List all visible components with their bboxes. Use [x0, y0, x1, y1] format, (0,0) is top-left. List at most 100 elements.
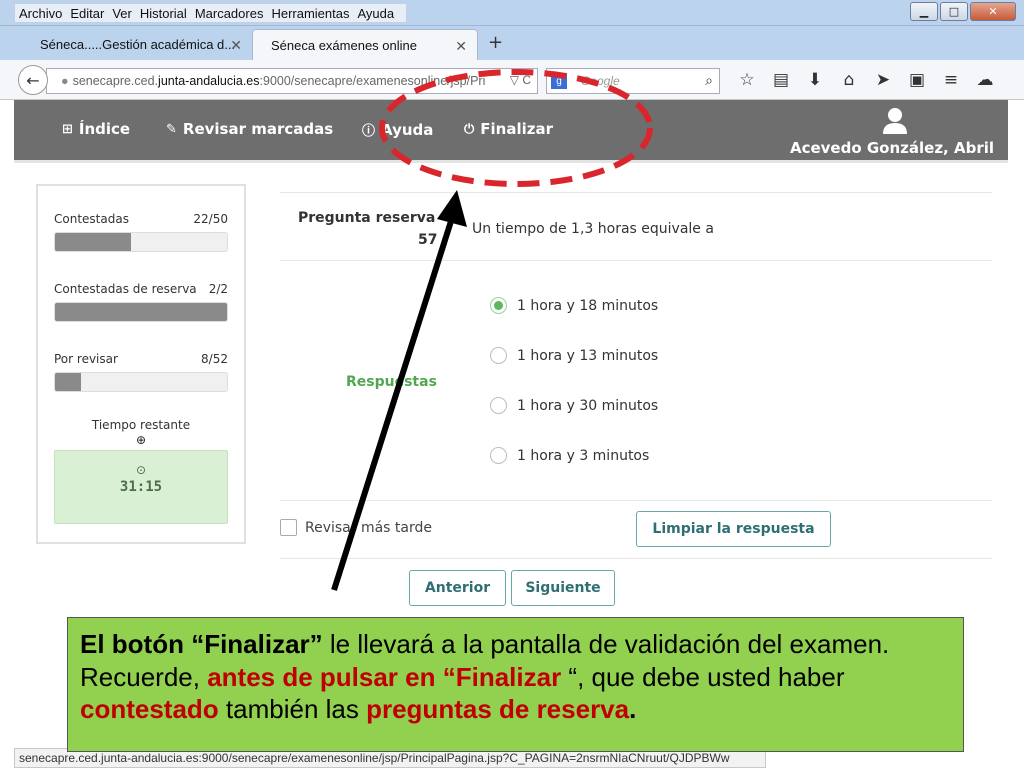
review-later[interactable]: Revisar más tarde [280, 519, 432, 536]
stat-label-reserva: Contestadas de reserva [54, 282, 197, 296]
answer-option-1[interactable]: 1 hora y 18 minutos [490, 297, 658, 314]
back-button[interactable]: ← [18, 65, 48, 95]
stat-label-contestadas: Contestadas [54, 212, 129, 226]
menu-bar: Archivo Editar Ver Historial Marcadores … [0, 0, 1024, 26]
question-number: 57 [418, 232, 438, 248]
pencil-icon: ✎ [166, 121, 177, 137]
menu-archivo[interactable]: Archivo [19, 6, 62, 21]
answer-option-3[interactable]: 1 hora y 30 minutos [490, 397, 658, 414]
progress-panel: Contestadas 22/50 Contestadas de reserva… [36, 184, 246, 544]
zoom-icon[interactable]: ⊕ [38, 433, 244, 447]
reload-icon[interactable]: ▽ C [510, 73, 531, 87]
callout-part: . [629, 694, 637, 724]
nav-finalizar[interactable]: ⏻ Finalizar [464, 120, 553, 138]
radio-selected[interactable] [490, 297, 507, 314]
url-prefix: senecapre.ced. [72, 74, 159, 88]
option-label: 1 hora y 30 minutos [517, 397, 659, 414]
menu-list: Archivo Editar Ver Historial Marcadores … [14, 3, 408, 23]
responses-label: Respuestas [346, 374, 437, 390]
time-label: Tiempo restante [91, 418, 191, 432]
back-arrow-icon: ← [26, 70, 40, 90]
progress-bar-revisar [54, 372, 228, 392]
nav-finalizar-label: Finalizar [480, 120, 554, 138]
user-name: Acevedo González, Abril [789, 139, 994, 157]
close-window-icon[interactable]: ✕ [970, 2, 1016, 21]
option-label: 1 hora y 3 minutos [517, 447, 650, 464]
option-label: 1 hora y 13 minutos [517, 347, 659, 364]
progress-fill [55, 373, 81, 391]
cloud-icon[interactable]: ☁ [968, 70, 1002, 90]
callout-part: contestado [80, 694, 219, 724]
callout-part: también las [218, 694, 367, 724]
callout-part: antes de pulsar en “Finalizar [207, 661, 562, 692]
review-later-label: Revisar más tarde [305, 519, 433, 536]
callout-part: “, que debe usted haber [561, 661, 845, 692]
radio[interactable] [490, 347, 507, 364]
progress-fill [55, 233, 131, 251]
screenshot-icon[interactable]: ▣ [900, 70, 934, 90]
review-later-checkbox[interactable] [280, 519, 297, 536]
menu-ayuda[interactable]: Ayuda [357, 6, 394, 21]
tab-seneca-gestion[interactable]: Séneca.....Gestión académica d... ✕ [22, 29, 252, 60]
navigation-bar: ● senecapre.ced. junta-andalucia.es:9000/… [0, 60, 1024, 100]
radio[interactable] [490, 447, 507, 464]
maximize-icon[interactable]: □ [940, 2, 968, 21]
tab-label: Séneca exámenes online [271, 37, 417, 53]
nav-indice[interactable]: ⊞ Índice [62, 120, 130, 138]
search-box[interactable]: g Google ⌕ [546, 68, 720, 94]
progress-fill [55, 303, 227, 321]
progress-bar-reserva [54, 302, 228, 322]
search-placeholder: Google [581, 74, 620, 88]
info-icon: ⓘ [362, 124, 376, 139]
radio[interactable] [490, 397, 507, 414]
nav-revisar-marcadas[interactable]: ✎ Revisar marcadas [166, 120, 333, 138]
new-tab-icon[interactable]: + [488, 32, 503, 53]
progress-bar-contestadas [54, 232, 228, 252]
callout-part: El botón “Finalizar” [80, 629, 323, 659]
reading-list-icon[interactable]: ▤ [764, 70, 798, 90]
menu-ver[interactable]: Ver [112, 6, 132, 21]
minimize-icon[interactable]: ▁ [910, 2, 938, 21]
tab-seneca-examenes[interactable]: Séneca exámenes online ✕ [252, 29, 478, 60]
window-controls: ▁ □ ✕ [908, 2, 1016, 21]
menu-marcadores[interactable]: Marcadores [195, 6, 264, 21]
question-text: Un tiempo de 1,3 horas equivale a [472, 221, 714, 237]
divider [280, 558, 992, 559]
nav-ayuda-label: Ayuda [381, 120, 434, 139]
exam-header: ⊞ Índice ✎ Revisar marcadas ⓘ Ayuda ⏻ Fi… [14, 100, 1008, 163]
sitemap-icon: ⊞ [62, 121, 73, 137]
previous-button[interactable]: Anterior [409, 570, 506, 606]
menu-historial[interactable]: Historial [140, 6, 187, 21]
callout-part: preguntas de reserva [366, 694, 630, 724]
close-tab-icon[interactable]: ✕ [455, 38, 467, 55]
next-button[interactable]: Siguiente [511, 570, 615, 606]
tab-bar: Séneca.....Gestión académica d... ✕ Séne… [0, 26, 1024, 60]
menu-herramientas[interactable]: Herramientas [271, 6, 349, 21]
user-icon [883, 108, 907, 134]
tab-label: Séneca.....Gestión académica d... [40, 37, 236, 52]
bookmark-star-icon[interactable]: ☆ [730, 70, 764, 90]
answer-option-2[interactable]: 1 hora y 13 minutos [490, 347, 658, 364]
option-label: 1 hora y 18 minutos [517, 297, 659, 314]
download-icon[interactable]: ⬇ [798, 70, 832, 90]
stat-label-revisar: Por revisar [54, 352, 118, 366]
clear-answer-button[interactable]: Limpiar la respuesta [636, 511, 831, 547]
menu-editar[interactable]: Editar [70, 6, 104, 21]
home-icon[interactable]: ⌂ [832, 70, 866, 90]
stat-count-revisar: 8/52 [201, 352, 228, 366]
stat-count-contestadas: 22/50 [193, 212, 228, 226]
annotation-callout: El botón “Finalizar” le llevará a la pan… [67, 617, 964, 752]
divider [280, 192, 992, 193]
hamburger-menu-icon[interactable]: ≡ [934, 70, 968, 90]
nav-ayuda[interactable]: ⓘ Ayuda [362, 120, 434, 140]
close-tab-icon[interactable]: ✕ [230, 37, 242, 54]
answer-option-4[interactable]: 1 hora y 3 minutos [490, 447, 649, 464]
pointer-arrow-head [437, 190, 467, 227]
question-heading: Pregunta reserva [298, 210, 436, 226]
send-icon[interactable]: ➤ [866, 70, 900, 90]
url-path: :9000/senecapre/examenesonline/jsp/Pri [259, 74, 486, 88]
divider [280, 500, 992, 501]
divider [280, 260, 992, 261]
search-icon[interactable]: ⌕ [705, 72, 713, 89]
address-bar[interactable]: ● senecapre.ced. junta-andalucia.es:9000/… [46, 68, 538, 94]
